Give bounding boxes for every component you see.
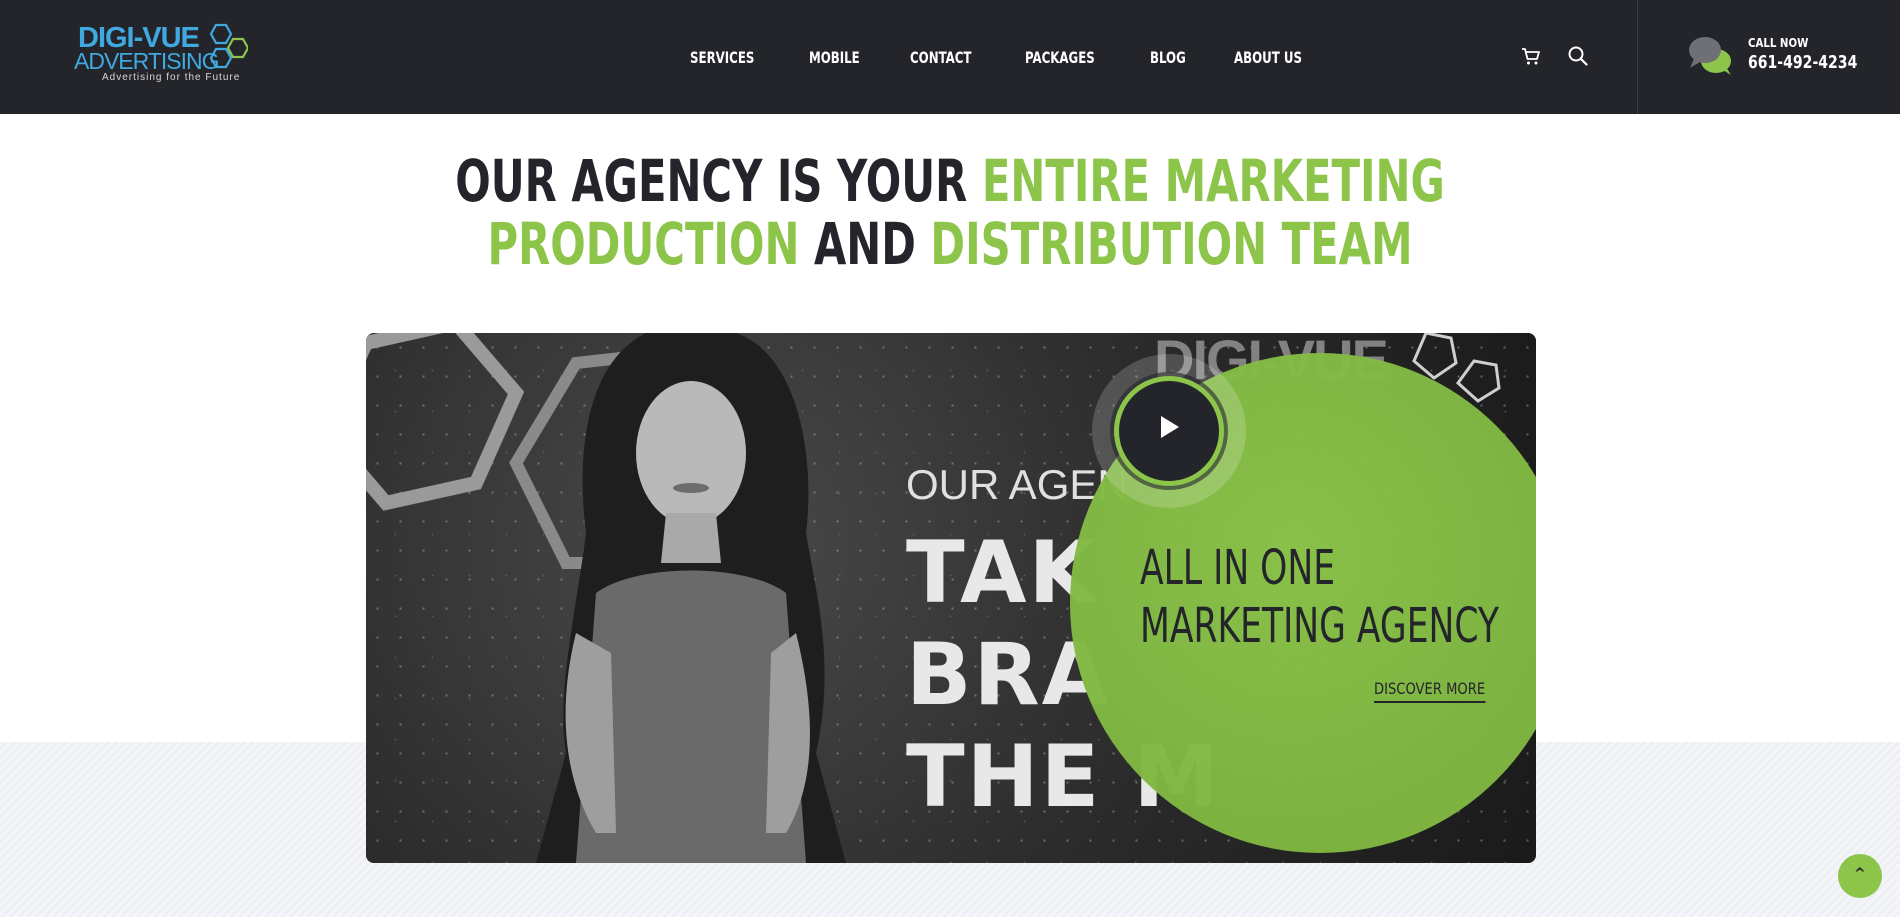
logo-tagline: Advertising for the Future: [102, 72, 241, 83]
headline-part2: ENTIRE MARKETING: [981, 147, 1445, 215]
overlay-title-line2: MARKETING AGENCY: [1140, 598, 1500, 654]
nav-blog[interactable]: BLOG: [1150, 48, 1186, 67]
back-to-top-button[interactable]: ^: [1838, 854, 1882, 898]
header-divider: [1637, 0, 1638, 114]
site-header: DIGI-VUE ADVERTISING Advertising for the…: [0, 0, 1900, 114]
headline-part5: DISTRIBUTION TEAM: [930, 210, 1413, 278]
nav-packages[interactable]: PACKAGES: [1025, 48, 1095, 67]
call-now-label: CALL NOW: [1748, 36, 1809, 50]
play-button[interactable]: [1114, 376, 1224, 486]
phone-number[interactable]: 661-492-4234: [1748, 52, 1857, 73]
headline-part4: AND: [799, 210, 931, 278]
page-headline: OUR AGENCY IS YOUR ENTIRE MARKETING PROD…: [0, 150, 1900, 276]
nav-about-us[interactable]: ABOUT US: [1234, 48, 1302, 67]
logo-line2: ADVERTISING: [74, 48, 219, 74]
cart-icon[interactable]: [1520, 45, 1542, 67]
main-nav: SERVICES MOBILE CONTACT PACKAGES BLOG AB…: [690, 0, 1357, 114]
search-icon[interactable]: [1567, 45, 1589, 67]
overlay-title: ALL IN ONE MARKETING AGENCY: [1140, 539, 1499, 655]
call-now[interactable]: CALL NOW 661-492-4234: [1688, 32, 1888, 82]
video-bg-word-1: TAK: [906, 523, 1098, 623]
nav-mobile[interactable]: MOBILE: [809, 48, 860, 67]
chat-bubble-icon: [1689, 37, 1731, 75]
presenter-image: [536, 333, 846, 863]
overlay-title-line1: ALL IN ONE: [1140, 540, 1336, 596]
headline-part3: PRODUCTION: [487, 210, 800, 278]
promo-video[interactable]: DIGI-VUE OUR AGEN TAK BRA THE M ALL IN O…: [366, 333, 1536, 863]
play-icon: [1161, 416, 1179, 438]
chevron-up-icon: ^: [1854, 866, 1866, 882]
site-logo[interactable]: DIGI-VUE ADVERTISING Advertising for the…: [72, 22, 252, 86]
nav-services[interactable]: SERVICES: [690, 48, 754, 67]
headline-part1: OUR AGENCY IS YOUR: [455, 147, 982, 215]
discover-more-link[interactable]: DISCOVER MORE: [1374, 679, 1486, 703]
logo-hexagon-icon: [209, 23, 248, 69]
nav-contact[interactable]: CONTACT: [910, 48, 971, 67]
